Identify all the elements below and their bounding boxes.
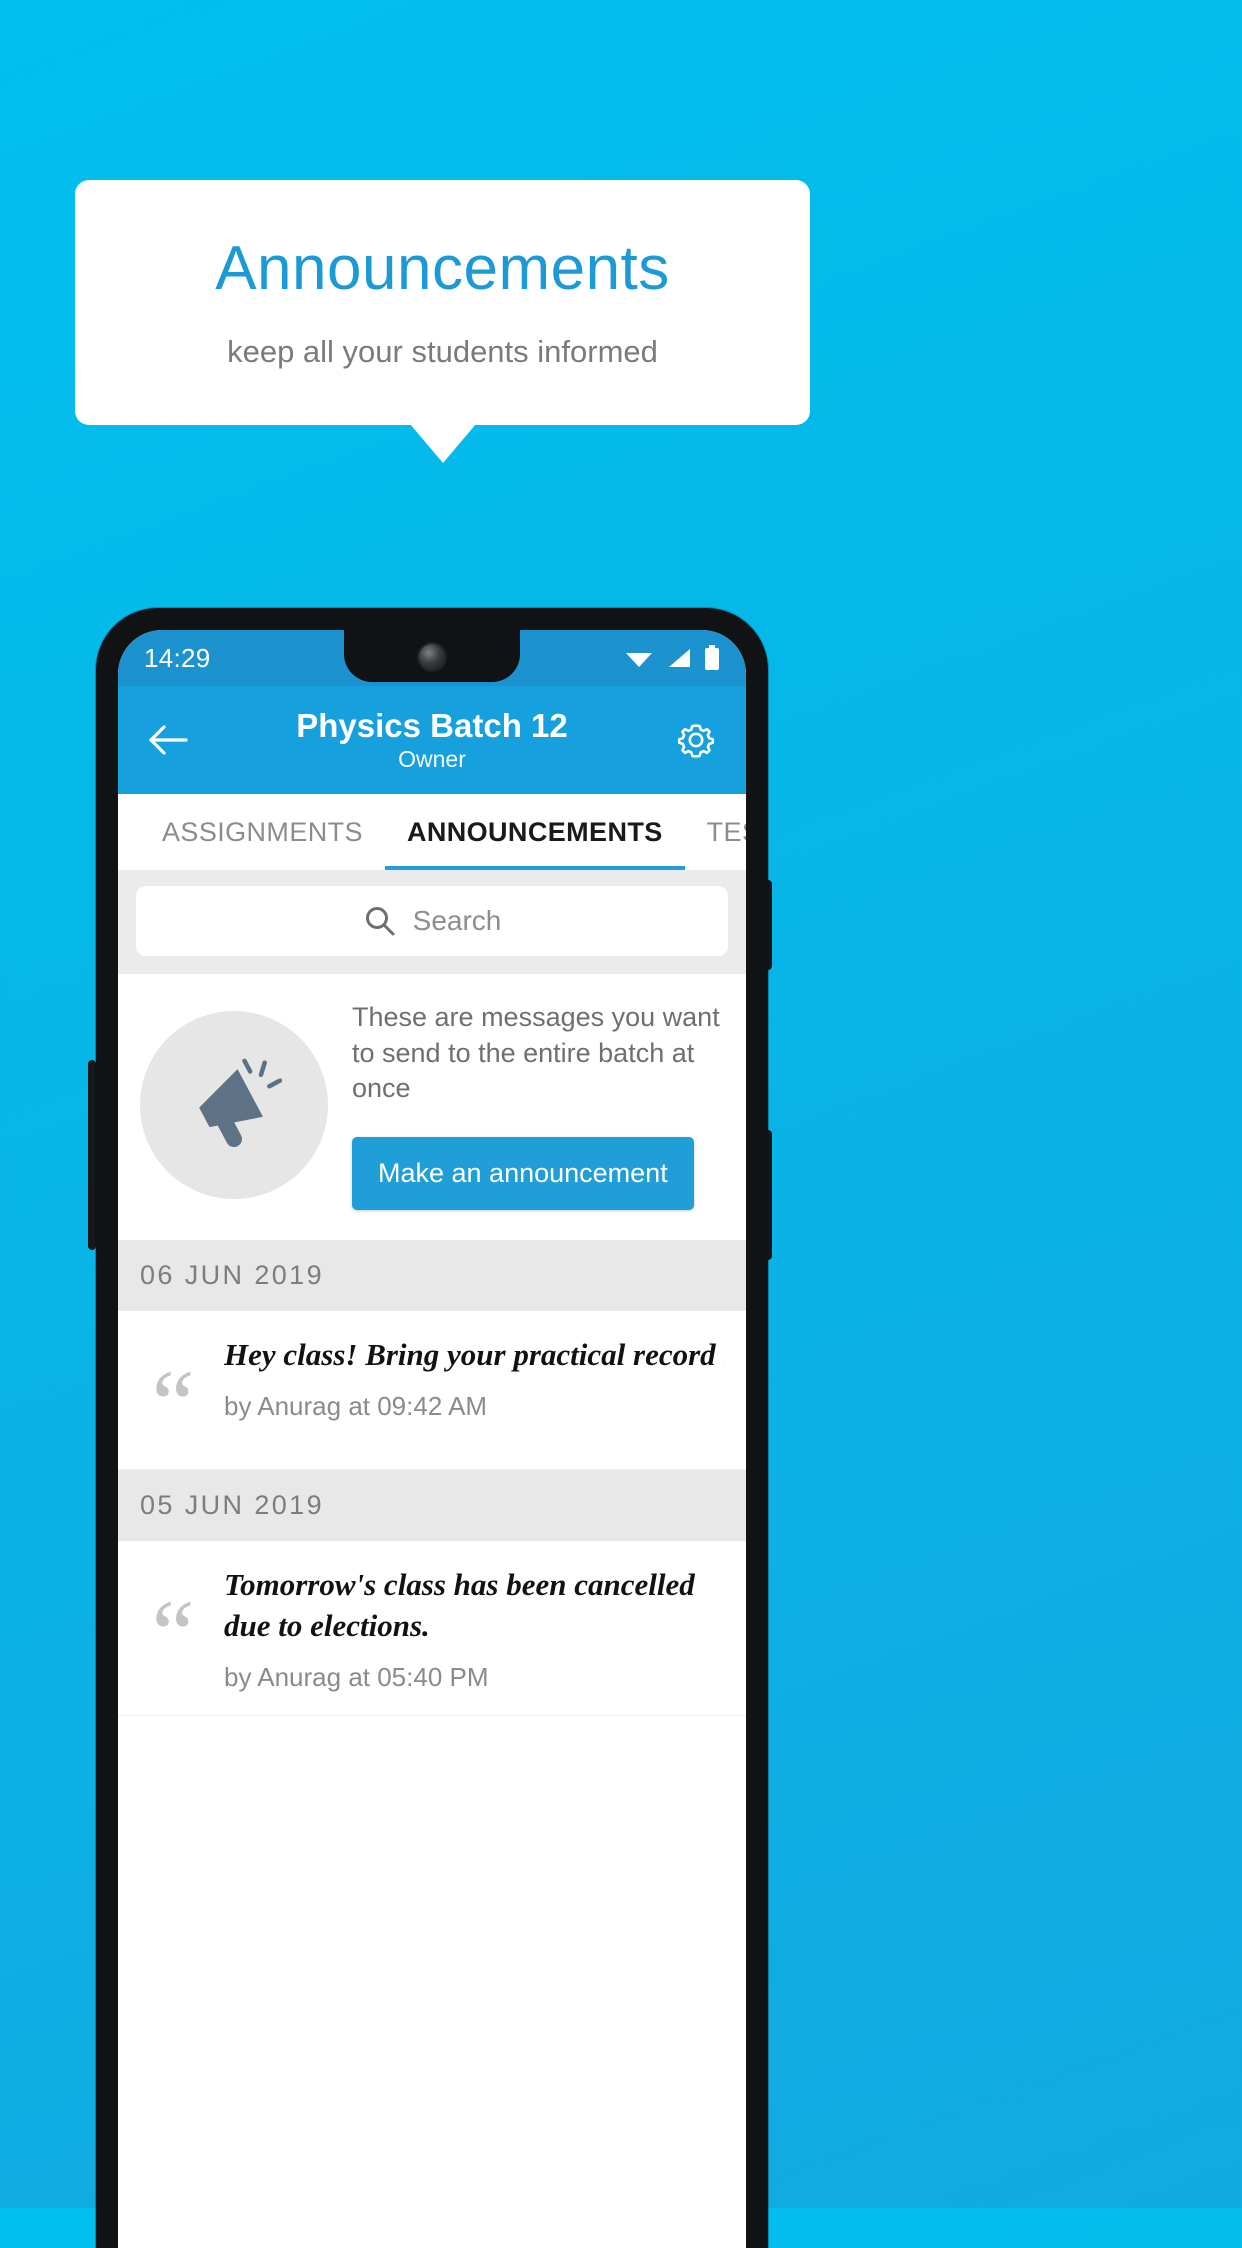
page-title: Physics Batch 12 bbox=[296, 706, 568, 744]
announcement-intro-card: These are messages you want to send to t… bbox=[118, 974, 746, 1240]
date-header: 06 JUN 2019 bbox=[118, 1239, 746, 1311]
app-bar: Physics Batch 12 Owner bbox=[118, 686, 746, 794]
page-subtitle: Owner bbox=[398, 746, 466, 773]
date-header: 05 JUN 2019 bbox=[118, 1470, 746, 1542]
announcement-text: Hey class! Bring your practical record b… bbox=[224, 1336, 724, 1372]
tab-announcements[interactable]: ANNOUNCEMENTS bbox=[384, 794, 685, 870]
search-placeholder: Search bbox=[412, 905, 502, 936]
status-bar-icons bbox=[624, 645, 720, 671]
phone-frame: 14:29 Physics Batch 12 Owner ASSIGNMENTS… bbox=[96, 608, 768, 2248]
announcement-content: Tomorrow's class has been cancelled due … bbox=[224, 1565, 724, 1693]
tab-tests[interactable]: TESTS bbox=[685, 794, 746, 870]
app-bar-titles: Physics Batch 12 Owner bbox=[118, 707, 746, 774]
quote-icon: “ bbox=[151, 1349, 195, 1457]
search-input[interactable]: Search bbox=[136, 886, 728, 956]
promo-subtitle: keep all your students informed bbox=[227, 333, 658, 369]
status-bar-time: 14:29 bbox=[144, 642, 211, 673]
search-icon bbox=[365, 907, 395, 936]
phone-assistant-button[interactable] bbox=[88, 1060, 96, 1250]
announcement-meta: by Anurag at 05:40 PM bbox=[224, 1661, 489, 1692]
arrow-left-icon bbox=[149, 725, 188, 755]
megaphone-icon bbox=[199, 1058, 283, 1147]
tab-bar[interactable]: ASSIGNMENTS ANNOUNCEMENTS TESTS V bbox=[118, 794, 746, 870]
quote-icon: “ bbox=[151, 1580, 195, 1688]
gear-icon bbox=[677, 724, 715, 758]
megaphone-icon-circle bbox=[140, 1010, 328, 1199]
announcement-list-item[interactable]: “ Hey class! Bring your practical record… bbox=[118, 1310, 746, 1471]
phone-screen: 14:29 Physics Batch 12 Owner ASSIGNMENTS… bbox=[118, 630, 746, 2248]
announcement-intro-content: These are messages you want to send to t… bbox=[352, 1000, 724, 1210]
wifi-icon bbox=[626, 653, 652, 667]
search-zone: Search bbox=[118, 870, 746, 974]
make-announcement-button[interactable]: Make an announcement bbox=[352, 1136, 694, 1210]
announcement-meta: by Anurag at 09:42 AM bbox=[224, 1391, 488, 1422]
announcement-text: Tomorrow's class has been cancelled due … bbox=[224, 1567, 695, 1643]
back-button[interactable] bbox=[140, 712, 196, 768]
promo-bubble: Announcements keep all your students inf… bbox=[75, 180, 810, 425]
battery-icon bbox=[705, 645, 719, 670]
tab-assignments[interactable]: ASSIGNMENTS bbox=[140, 794, 385, 870]
phone-notch bbox=[344, 630, 520, 682]
promo-title: Announcements bbox=[215, 234, 670, 304]
signal-icon bbox=[669, 649, 690, 667]
promo-bubble-tail bbox=[410, 424, 476, 463]
settings-button[interactable] bbox=[668, 712, 724, 768]
announcement-intro-description: These are messages you want to send to t… bbox=[352, 1002, 720, 1104]
announcement-list-item[interactable]: “ Tomorrow's class has been cancelled du… bbox=[118, 1541, 746, 1716]
front-camera-icon bbox=[419, 644, 445, 670]
announcement-content: Hey class! Bring your practical record b… bbox=[224, 1335, 724, 1447]
